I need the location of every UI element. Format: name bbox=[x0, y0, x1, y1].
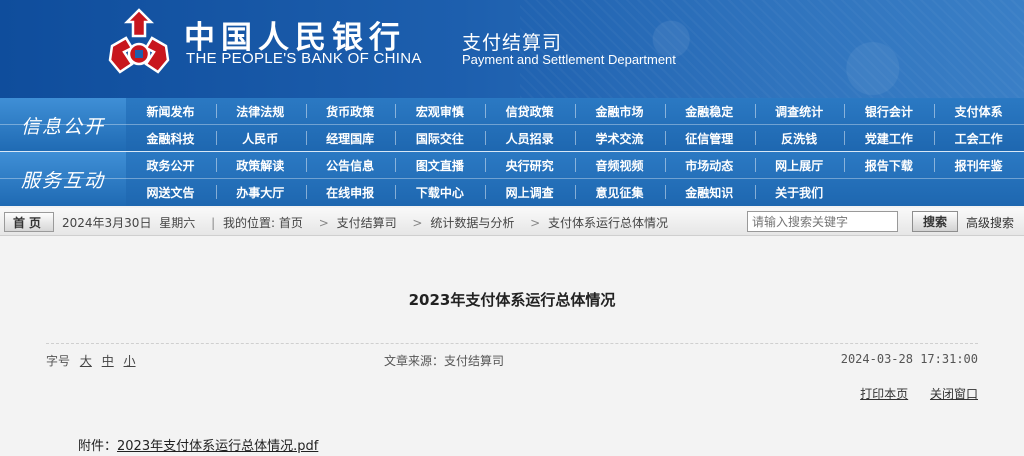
font-size-controls: 字号 大 中 小 bbox=[46, 352, 136, 369]
article-content: 2023年支付体系运行总体情况 字号 大 中 小 文章来源：支付结算司 2024… bbox=[0, 237, 1024, 456]
font-size-label: 字号 bbox=[46, 354, 71, 368]
nav-group-title: 服务互动 bbox=[0, 152, 126, 206]
current-weekday: 星期六 bbox=[159, 216, 196, 230]
nav-item[interactable]: 办事大厅 bbox=[215, 179, 305, 205]
article-actions: 打印本页 关闭窗口 bbox=[842, 385, 978, 402]
article-date: 2024-03-28 17:31:00 bbox=[840, 352, 978, 366]
nav-item[interactable]: 政务公开 bbox=[126, 152, 215, 178]
current-date: 2024年3月30日 bbox=[62, 216, 152, 230]
breadcrumb-location[interactable]: 我的位置: 首页 bbox=[223, 216, 303, 230]
nav-item[interactable]: 金融知识 bbox=[664, 179, 754, 205]
breadcrumb-arrow: > bbox=[530, 216, 541, 230]
breadcrumb-level1[interactable]: 支付结算司 bbox=[337, 216, 397, 230]
nav-item[interactable]: 调查统计 bbox=[754, 98, 844, 124]
nav-item[interactable]: 宏观审慎 bbox=[395, 98, 484, 124]
breadcrumb: 2024年3月30日 星期六 | 我的位置: 首页 > 支付结算司 > 统计数据… bbox=[62, 214, 672, 231]
nav-item[interactable]: 下载中心 bbox=[395, 179, 484, 205]
nav-item[interactable]: 图文直播 bbox=[395, 152, 484, 178]
home-button[interactable]: 首页 bbox=[4, 212, 54, 232]
banner-texture bbox=[520, 0, 1024, 98]
nav-item[interactable]: 新闻发布 bbox=[126, 98, 215, 124]
department-name-cn: 支付结算司 bbox=[462, 33, 563, 54]
nav-item[interactable]: 网上调查 bbox=[485, 179, 574, 205]
nav-item[interactable]: 报告下载 bbox=[844, 152, 933, 178]
attachment-label: 附件： bbox=[78, 439, 118, 454]
article-meta: 字号 大 中 小 文章来源：支付结算司 2024-03-28 17:31:00 bbox=[46, 343, 978, 368]
breadcrumb-level2[interactable]: 统计数据与分析 bbox=[430, 216, 514, 230]
advanced-search-link[interactable]: 高级搜索 bbox=[966, 214, 1014, 231]
font-size-medium-link[interactable]: 中 bbox=[102, 354, 114, 368]
nav-item[interactable]: 经理国库 bbox=[305, 125, 395, 151]
search-button[interactable]: 搜索 bbox=[912, 211, 958, 232]
nav-items: 新闻发布 法律法规 货币政策 宏观审慎 信贷政策 金融市场 金融稳定 调查统计 银行会计 支付体系… bbox=[126, 98, 1024, 152]
nav-item[interactable]: 银行会计 bbox=[844, 98, 933, 124]
nav-item[interactable]: 人民币 bbox=[215, 125, 305, 151]
page-title: 2023年支付体系运行总体情况 bbox=[408, 291, 616, 309]
nav-item[interactable]: 学术交流 bbox=[575, 125, 664, 151]
font-size-large-link[interactable]: 大 bbox=[80, 354, 92, 368]
nav-item[interactable]: 党建工作 bbox=[844, 125, 933, 151]
nav-item[interactable]: 市场动态 bbox=[664, 152, 754, 178]
search-input[interactable] bbox=[747, 211, 898, 232]
nav-items: 政务公开 政策解读 公告信息 图文直播 央行研究 音频视频 市场动态 网上展厅 报告下载 报刊年鉴… bbox=[126, 152, 1024, 206]
nav-item[interactable]: 金融稳定 bbox=[664, 98, 754, 124]
nav-item[interactable]: 报刊年鉴 bbox=[934, 152, 1023, 178]
pboc-logo-icon bbox=[108, 8, 170, 74]
nav-item[interactable]: 法律法规 bbox=[215, 98, 305, 124]
close-window-link[interactable]: 关闭窗口 bbox=[930, 387, 978, 401]
nav-item[interactable]: 支付体系 bbox=[934, 98, 1023, 124]
nav-group-service-interaction: 服务互动 政务公开 政策解读 公告信息 图文直播 央行研究 音频视频 市场动态 网上展厅 报告下… bbox=[0, 152, 1024, 206]
nav-item[interactable]: 意见征集 bbox=[575, 179, 664, 205]
nav-item[interactable]: 在线申报 bbox=[305, 179, 395, 205]
attachment-link[interactable]: 2023年支付体系运行总体情况.pdf bbox=[117, 439, 318, 454]
attachment: 附件：2023年支付体系运行总体情况.pdf bbox=[78, 435, 318, 454]
nav-item[interactable]: 货币政策 bbox=[305, 98, 395, 124]
header-banner: 中国人民银行 THE PEOPLE'S BANK OF CHINA 支付结算司 … bbox=[0, 0, 1024, 98]
nav-item[interactable]: 央行研究 bbox=[485, 152, 574, 178]
nav-item[interactable]: 音频视频 bbox=[575, 152, 664, 178]
main-navigation: 信息公开 新闻发布 法律法规 货币政策 宏观审慎 信贷政策 金融市场 金融稳定 调查统计 银行会… bbox=[0, 98, 1024, 206]
nav-item[interactable]: 网上展厅 bbox=[754, 152, 844, 178]
nav-item[interactable]: 政策解读 bbox=[215, 152, 305, 178]
nav-item[interactable]: 网送文告 bbox=[126, 179, 215, 205]
breadcrumb-arrow: > bbox=[318, 216, 329, 230]
breadcrumb-separator: | bbox=[211, 216, 216, 230]
breadcrumb-bar: 首页 2024年3月30日 星期六 | 我的位置: 首页 > 支付结算司 > 统… bbox=[0, 208, 1024, 236]
breadcrumb-level3[interactable]: 支付体系运行总体情况 bbox=[548, 216, 668, 230]
nav-item[interactable]: 金融科技 bbox=[126, 125, 215, 151]
font-size-small-link[interactable]: 小 bbox=[124, 354, 136, 368]
nav-item[interactable]: 人员招录 bbox=[485, 125, 574, 151]
nav-item[interactable]: 公告信息 bbox=[305, 152, 395, 178]
nav-item[interactable]: 国际交往 bbox=[395, 125, 484, 151]
nav-item[interactable]: 征信管理 bbox=[664, 125, 754, 151]
breadcrumb-arrow: > bbox=[412, 216, 423, 230]
nav-item[interactable]: 反洗钱 bbox=[754, 125, 844, 151]
nav-item[interactable]: 金融市场 bbox=[575, 98, 664, 124]
print-page-link[interactable]: 打印本页 bbox=[860, 387, 908, 401]
article-source: 文章来源：支付结算司 bbox=[384, 354, 505, 368]
nav-item[interactable]: 信贷政策 bbox=[485, 98, 574, 124]
nav-item[interactable]: 关于我们 bbox=[754, 179, 844, 205]
department-name-en: Payment and Settlement Department bbox=[462, 52, 676, 67]
nav-item[interactable]: 工会工作 bbox=[934, 125, 1023, 151]
nav-group-title: 信息公开 bbox=[0, 98, 126, 152]
bank-name-en: THE PEOPLE'S BANK OF CHINA bbox=[186, 50, 422, 67]
nav-group-info-disclosure: 信息公开 新闻发布 法律法规 货币政策 宏观审慎 信贷政策 金融市场 金融稳定 调查统计 银行会… bbox=[0, 98, 1024, 152]
